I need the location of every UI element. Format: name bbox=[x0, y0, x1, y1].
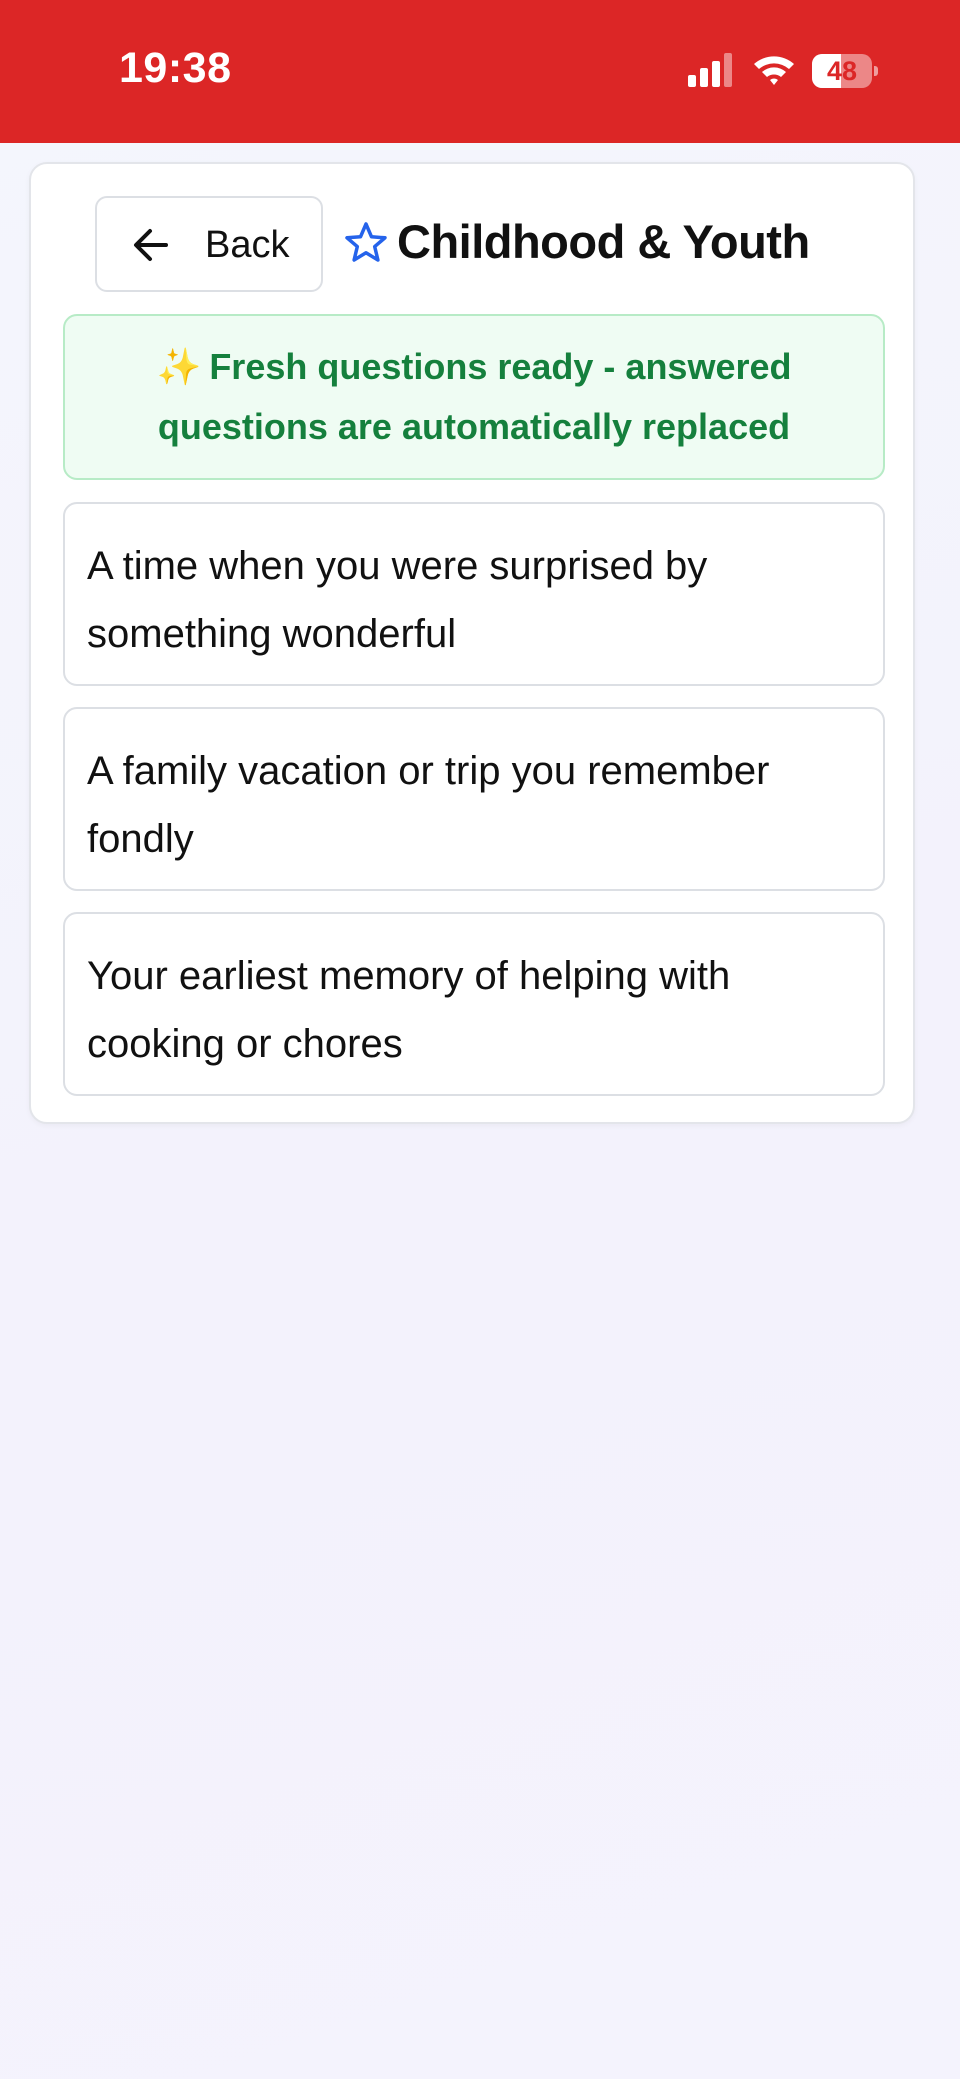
page-title: Childhood & Youth bbox=[397, 215, 810, 268]
question-item[interactable]: A time when you were surprised by someth… bbox=[63, 502, 885, 686]
status-bar: 19:38 48 bbox=[0, 0, 960, 143]
wifi-icon bbox=[754, 56, 794, 85]
back-label: Back bbox=[205, 224, 290, 266]
status-time: 19:38 bbox=[119, 44, 232, 92]
star-icon bbox=[345, 222, 387, 262]
question-item[interactable]: A family vacation or trip you remember f… bbox=[63, 707, 885, 891]
signal-icon bbox=[688, 53, 732, 87]
battery-level: 48 bbox=[826, 56, 858, 86]
fresh-questions-notice: ✨ Fresh questions ready - answered questi… bbox=[63, 314, 885, 480]
question-item[interactable]: Your earliest memory of helping with coo… bbox=[63, 912, 885, 1096]
question-text: Your earliest memory of helping with coo… bbox=[87, 954, 731, 1066]
notice-text: Fresh questions ready - answered questio… bbox=[157, 346, 792, 447]
question-text: A family vacation or trip you remember f… bbox=[87, 749, 770, 861]
sparkles-icon: ✨ bbox=[156, 346, 202, 387]
battery-cap bbox=[874, 66, 878, 76]
battery-icon: 48 bbox=[812, 54, 878, 88]
category-card: Back Childhood & Youth ✨ Fresh questions … bbox=[29, 162, 915, 1124]
arrow-left-icon bbox=[134, 229, 168, 261]
back-button[interactable]: Back bbox=[95, 196, 323, 292]
question-text: A time when you were surprised by someth… bbox=[87, 544, 708, 656]
